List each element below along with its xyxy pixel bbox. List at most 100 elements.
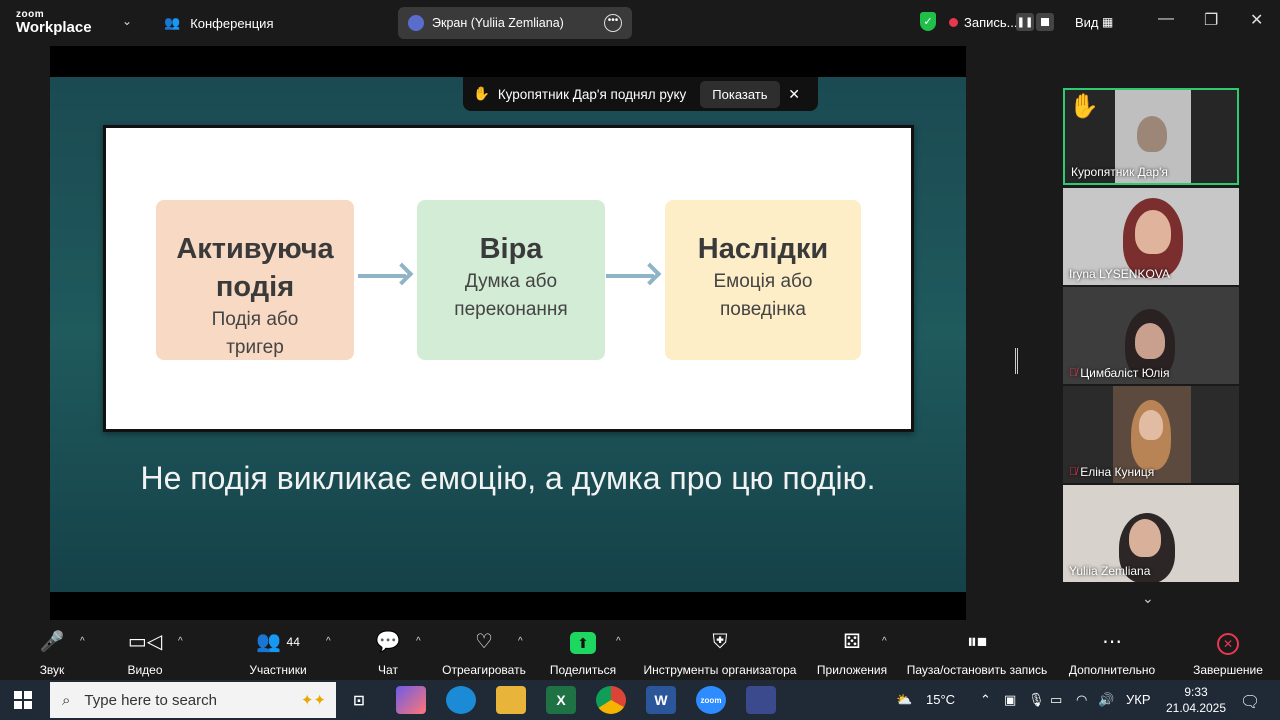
notification-center-icon[interactable]: 🗨	[1240, 692, 1260, 712]
participant-tile[interactable]: 🎙̸ Еліна Куниця	[1063, 386, 1239, 483]
notification-text: Куропятник Дар'я поднял руку	[497, 86, 687, 102]
task-view-icon[interactable]: ⊡	[344, 686, 374, 714]
box-subtitle: Емоція або поведінка	[713, 271, 813, 320]
apps-button[interactable]: ⚄ Приложения	[814, 628, 890, 677]
speaker-icon[interactable]: 🔊	[1098, 692, 1114, 708]
file-explorer-icon[interactable]	[496, 686, 526, 714]
search-icon: ⌕	[62, 691, 71, 709]
share-screen-icon: ⬆	[570, 632, 596, 654]
participant-name: Iryna LYSENKOVA	[1069, 267, 1170, 281]
participants-button[interactable]: 👥 44 Участники	[240, 628, 316, 677]
consequences-box: Наслідки Емоція або поведінка	[665, 200, 861, 360]
excel-icon[interactable]: X	[546, 686, 576, 714]
more-button[interactable]: ⋯ Дополнительно	[1066, 628, 1158, 677]
participant-name: Yuliia Zemliana	[1069, 564, 1151, 578]
recording-label[interactable]: Запись...	[964, 15, 1018, 30]
grid-view-icon[interactable]: ▦	[1102, 15, 1113, 29]
clock-date: 21.04.2025	[1165, 701, 1227, 715]
slide-caption: Не подія викликає емоцію, а думка про цю…	[140, 460, 876, 496]
stop-icon	[1041, 18, 1049, 26]
copilot-icon[interactable]	[396, 686, 426, 714]
pause-stop-recording-button[interactable]: ⏸⏹ Пауза/остановить запись	[906, 628, 1048, 677]
more-label: Дополнительно	[1068, 663, 1156, 677]
microphone-icon[interactable]: 🎙	[1028, 692, 1045, 708]
activating-event-box: Активуюча подія Подія або тригер	[156, 200, 354, 360]
zoom-app-icon[interactable]: zoom	[696, 686, 726, 714]
react-options-caret-icon[interactable]: ^	[518, 636, 523, 647]
tray-app-icon[interactable]: ▣	[1004, 692, 1016, 708]
video-camera-icon: ▭◁	[127, 631, 163, 653]
view-menu-label[interactable]: Вид	[1075, 15, 1099, 30]
chat-label: Чат	[378, 663, 398, 677]
restore-icon[interactable]: ❐	[1204, 10, 1218, 30]
apps-options-caret-icon[interactable]: ^	[882, 636, 887, 647]
wifi-icon[interactable]: ◠	[1076, 692, 1087, 708]
search-placeholder: Type here to search	[84, 691, 217, 709]
show-button[interactable]: Показать	[700, 80, 780, 108]
microphone-icon: 🎤	[39, 631, 65, 653]
share-button[interactable]: ⬆ Поделиться	[548, 628, 618, 677]
security-shield-icon[interactable]: ✓	[920, 12, 936, 31]
arrow-right-icon	[606, 274, 654, 278]
host-tools-button[interactable]: ⛨ Инструменты организатора	[640, 628, 800, 677]
taskbar-search-box[interactable]: ⌕ Type here to search ✦✦	[50, 682, 336, 718]
participant-name: Цимбаліст Юлія	[1080, 366, 1170, 380]
participant-tile[interactable]: ✋ Куропятник Дар'я	[1063, 88, 1239, 185]
chevron-up-icon[interactable]: ⌃	[980, 692, 991, 708]
stop-recording-button[interactable]	[1036, 13, 1054, 31]
participant-name: Куропятник Дар'я	[1071, 165, 1168, 179]
box-subtitle: Подія або тригер	[211, 309, 299, 358]
more-options-icon[interactable]: •••	[604, 14, 622, 32]
host-tools-label: Инструменты организатора	[643, 663, 797, 677]
close-icon[interactable]: ✕	[1250, 10, 1263, 30]
panel-resize-handle[interactable]	[1015, 348, 1018, 374]
pause-recording-button[interactable]: ❚❚	[1016, 13, 1034, 31]
heart-icon: ♡	[475, 631, 493, 653]
conference-info-button[interactable]: 👥 Конференция	[164, 15, 273, 31]
edge-browser-icon[interactable]	[446, 686, 476, 714]
battery-icon[interactable]: ▭	[1050, 692, 1062, 708]
screen-share-label: Экран (Yuliia Zemliana)	[432, 16, 564, 30]
windows-start-icon[interactable]	[14, 691, 32, 709]
language-indicator[interactable]: УКР	[1126, 692, 1151, 707]
participants-label: Участники	[249, 663, 307, 677]
participants-icon: 👥	[256, 631, 281, 653]
apps-icon: ⚄	[843, 631, 861, 653]
weather-icon[interactable]: ⛅	[896, 692, 912, 708]
chevron-down-icon[interactable]: ⌄	[122, 14, 132, 28]
shared-screen-bottom-band	[50, 592, 966, 620]
close-icon[interactable]: ✕	[788, 86, 800, 103]
video-options-caret-icon[interactable]: ^	[178, 636, 183, 647]
workplace-logo-text: Workplace	[16, 19, 92, 36]
participant-tile[interactable]: Iryna LYSENKOVA	[1063, 188, 1239, 285]
participant-tile[interactable]: Yuliia Zemliana	[1063, 485, 1239, 582]
box-subtitle: Думка або переконання	[454, 271, 568, 320]
end-label: Завершение	[1193, 663, 1263, 677]
share-options-caret-icon[interactable]: ^	[616, 636, 621, 647]
audio-options-caret-icon[interactable]: ^	[80, 636, 85, 647]
chat-button[interactable]: 💬 Чат	[368, 628, 408, 677]
chat-icon: 💬	[375, 631, 401, 653]
chat-options-caret-icon[interactable]: ^	[416, 636, 421, 647]
participants-options-caret-icon[interactable]: ^	[326, 636, 331, 647]
audio-button[interactable]: 🎤 Звук	[32, 628, 72, 677]
word-icon[interactable]: W	[646, 686, 676, 714]
meeting-toolbar: 🎤 Звук ^ ▭◁ Видео ^ 👥 44 Участники ^ 💬 Ч…	[0, 620, 1280, 680]
raised-hand-icon: ✋	[1069, 93, 1099, 120]
raised-hand-notification: ✋ Куропятник Дар'я поднял руку Показать …	[463, 77, 818, 111]
end-meeting-button[interactable]: ✕ Завершение	[1192, 628, 1264, 677]
video-button[interactable]: ▭◁ Видео	[120, 628, 170, 677]
chrome-browser-icon[interactable]	[596, 686, 626, 714]
react-button[interactable]: ♡ Отреагировать	[440, 628, 528, 677]
mic-off-icon: 🎙̸	[1069, 367, 1078, 379]
people-icon: 👥	[164, 15, 181, 30]
mic-off-icon: 🎙̸	[1069, 466, 1078, 478]
app-icon[interactable]	[746, 686, 776, 714]
chevron-down-icon[interactable]: ⌄	[1142, 590, 1154, 607]
end-meeting-icon: ✕	[1217, 633, 1239, 655]
minimize-icon[interactable]: —	[1158, 10, 1174, 28]
participant-tile[interactable]: 🎙̸ Цимбаліст Юлія	[1063, 287, 1239, 384]
box-title: Наслідки	[697, 233, 829, 265]
taskbar-clock[interactable]: 9:33 21.04.2025	[1160, 684, 1232, 716]
screen-share-indicator[interactable]: Экран (Yuliia Zemliana) •••	[398, 7, 632, 39]
